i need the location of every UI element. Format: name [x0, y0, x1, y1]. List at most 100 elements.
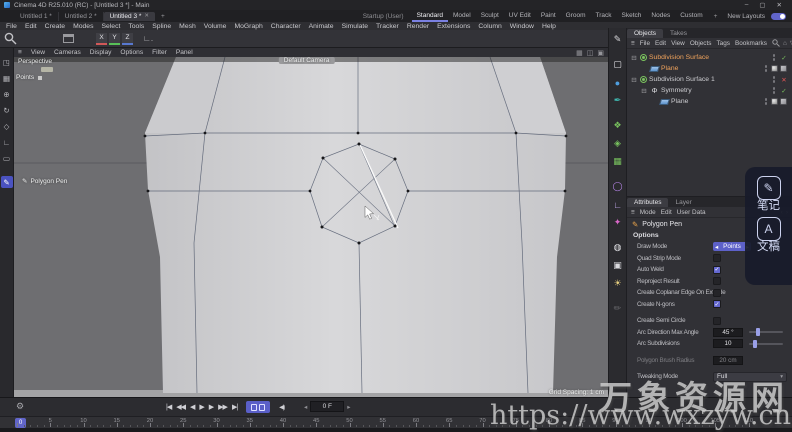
tree-row-symmetry[interactable]: ⊟ΦSymmetry✓ — [627, 85, 792, 96]
viewport-menu-view[interactable]: View — [31, 49, 45, 56]
minimize-button[interactable]: – — [745, 1, 749, 9]
add-layout-tab-button[interactable]: + — [708, 13, 724, 20]
create-semi-circle-checkbox[interactable] — [713, 317, 721, 325]
layout-tab-model[interactable]: Model — [448, 11, 476, 22]
am-menu-mode[interactable]: Mode — [640, 209, 656, 216]
effector-icon[interactable]: ✦ — [610, 215, 625, 230]
selection-filter-icon[interactable]: ◳ — [1, 56, 13, 68]
tree-row-plane[interactable]: Plane — [627, 63, 792, 74]
add-document-tab-button[interactable]: + — [155, 13, 171, 20]
arc-subdivisions-field[interactable]: 10 — [713, 339, 743, 348]
menu-tracker[interactable]: Tracker — [376, 23, 399, 30]
maximize-button[interactable]: ▢ — [759, 1, 765, 9]
document-tab-untitled-2[interactable]: Untitled 2 * — [59, 12, 104, 21]
create-n-gons-checkbox[interactable]: ✓ — [713, 300, 721, 308]
manager-window-icon[interactable] — [63, 34, 74, 43]
field-icon[interactable]: ◯ — [610, 179, 625, 194]
prev-key-button[interactable]: ◀◀ — [176, 403, 185, 411]
axis-lock-x[interactable]: X — [96, 33, 107, 45]
visibility-dots[interactable] — [773, 87, 776, 94]
menu-help[interactable]: Help — [542, 23, 556, 30]
om-tab-objects[interactable]: Objects — [627, 29, 663, 38]
enable-state-cross-icon[interactable]: ✕ — [779, 76, 789, 84]
om-tab-takes[interactable]: Takes — [663, 29, 694, 38]
annotate-pencil-icon[interactable]: ✏ — [610, 301, 625, 316]
menu-tools[interactable]: Tools — [128, 23, 144, 30]
reproject-result-checkbox[interactable] — [713, 277, 721, 285]
layout-tab-custom[interactable]: Custom — [675, 11, 707, 22]
pen-tool-icon[interactable]: ✎ — [610, 32, 625, 47]
layout-tab-sculpt[interactable]: Sculpt — [476, 11, 504, 22]
menu-animate[interactable]: Animate — [309, 23, 334, 30]
om-menu-edit[interactable]: Edit — [655, 40, 666, 47]
am-tab-attributes[interactable]: Attributes — [627, 198, 668, 207]
next-key-button[interactable]: ▶▶ — [218, 403, 227, 411]
frame-dec-icon[interactable]: ◂ — [304, 403, 307, 411]
viewport-menu-panel[interactable]: Panel — [176, 49, 193, 56]
close-button[interactable]: ✕ — [777, 1, 782, 9]
light-icon[interactable]: ☀ — [610, 276, 625, 291]
tree-row-subdivision-surface[interactable]: ⊟Subdivision Surface✓ — [627, 52, 792, 63]
viewport-menu-options[interactable]: Options — [120, 49, 143, 56]
expand-caret-icon[interactable]: ⊟ — [640, 87, 648, 95]
fracture-icon[interactable]: ◈ — [610, 136, 625, 151]
move-tool-icon[interactable]: ⊕ — [1, 88, 13, 100]
timeline-settings-gear-icon[interactable]: ⚙ — [16, 401, 24, 412]
slider-knob[interactable] — [753, 340, 757, 348]
tree-row-plane[interactable]: Plane — [627, 96, 792, 107]
next-frame-button[interactable]: ▶ — [209, 403, 213, 411]
matrix-icon[interactable]: ▦ — [610, 154, 625, 169]
om-hamburger-icon[interactable]: ≡ — [631, 40, 635, 47]
menu-file[interactable]: File — [6, 23, 17, 30]
layout-tab-sketch[interactable]: Sketch — [617, 11, 647, 22]
axis-lock-z[interactable]: Z — [122, 33, 133, 45]
visibility-dots[interactable] — [773, 54, 776, 61]
prev-frame-button[interactable]: ◀ — [190, 403, 194, 411]
arc-subdivisions-slider[interactable] — [749, 343, 783, 345]
viewport-menu-filter[interactable]: Filter — [152, 49, 167, 56]
menu-modes[interactable]: Modes — [73, 23, 93, 30]
tree-row-subdivision-surface-1[interactable]: ⊟Subdivision Surface 1✕ — [627, 74, 792, 85]
viewport-toggle-icon-1[interactable]: ◫ — [587, 49, 594, 57]
docs-shortcut[interactable]: A文稿 — [757, 217, 781, 253]
am-menu-user-data[interactable]: User Data — [677, 209, 706, 216]
am-hamburger-icon[interactable]: ≡ — [631, 209, 635, 216]
axis-mode-icon[interactable]: ∟ — [1, 136, 13, 148]
document-tab-untitled-1[interactable]: Untitled 1 * — [14, 12, 59, 21]
viewport-toggle-icon-0[interactable]: ▦ — [576, 49, 583, 57]
axis-lock-y[interactable]: Y — [109, 33, 120, 45]
arc-direction-max-angle-slider[interactable] — [749, 331, 783, 333]
om-home-icon[interactable]: ⌂ — [783, 40, 787, 47]
om-menu-objects[interactable]: Objects — [690, 40, 712, 47]
menu-simulate[interactable]: Simulate — [342, 23, 368, 30]
menu-column[interactable]: Column — [478, 23, 501, 30]
play-button[interactable]: ▶ — [199, 403, 203, 411]
new-layouts-button[interactable]: New Layouts — [723, 13, 769, 20]
am-tab-layer[interactable]: Layer — [668, 198, 698, 207]
om-menu-tags[interactable]: Tags — [716, 40, 730, 47]
menu-create[interactable]: Create — [45, 23, 65, 30]
menu-extensions[interactable]: Extensions — [437, 23, 470, 30]
am-menu-edit[interactable]: Edit — [661, 209, 672, 216]
goto-start-button[interactable]: |◀ — [166, 403, 171, 411]
layout-tab-uv-edit[interactable]: UV Edit — [504, 11, 536, 22]
camera-label[interactable]: Default Camera — [279, 57, 335, 64]
auto-weld-checkbox[interactable]: ✓ — [713, 266, 721, 274]
layout-tab-nodes[interactable]: Nodes — [646, 11, 675, 22]
workplane-mode-icon[interactable]: ∟. — [143, 34, 153, 43]
menu-edit[interactable]: Edit — [25, 23, 37, 30]
cube-primitive-icon[interactable]: ▢ — [610, 57, 625, 72]
om-search-icon[interactable] — [772, 39, 780, 47]
cycle-left-icon[interactable]: ◂ — [715, 243, 718, 251]
menu-spline[interactable]: Spline — [152, 23, 171, 30]
axis-icon[interactable]: ∟ — [610, 197, 625, 212]
arc-direction-max-angle-field[interactable]: 45 ° — [713, 328, 743, 337]
goto-end-button[interactable]: ▶| — [232, 403, 237, 411]
spline-pen-icon[interactable]: ✒ — [610, 93, 625, 108]
visibility-dots[interactable] — [765, 65, 768, 72]
viewport-canvas[interactable]: Default Camera Perspective Points ✎ Poly… — [14, 57, 608, 397]
create-coplanar-edge-on-extrude-checkbox[interactable] — [713, 289, 721, 297]
viewport-toggle-icon-2[interactable]: ▣ — [597, 49, 604, 57]
slider-knob[interactable] — [756, 328, 760, 336]
menu-window[interactable]: Window — [510, 23, 534, 30]
